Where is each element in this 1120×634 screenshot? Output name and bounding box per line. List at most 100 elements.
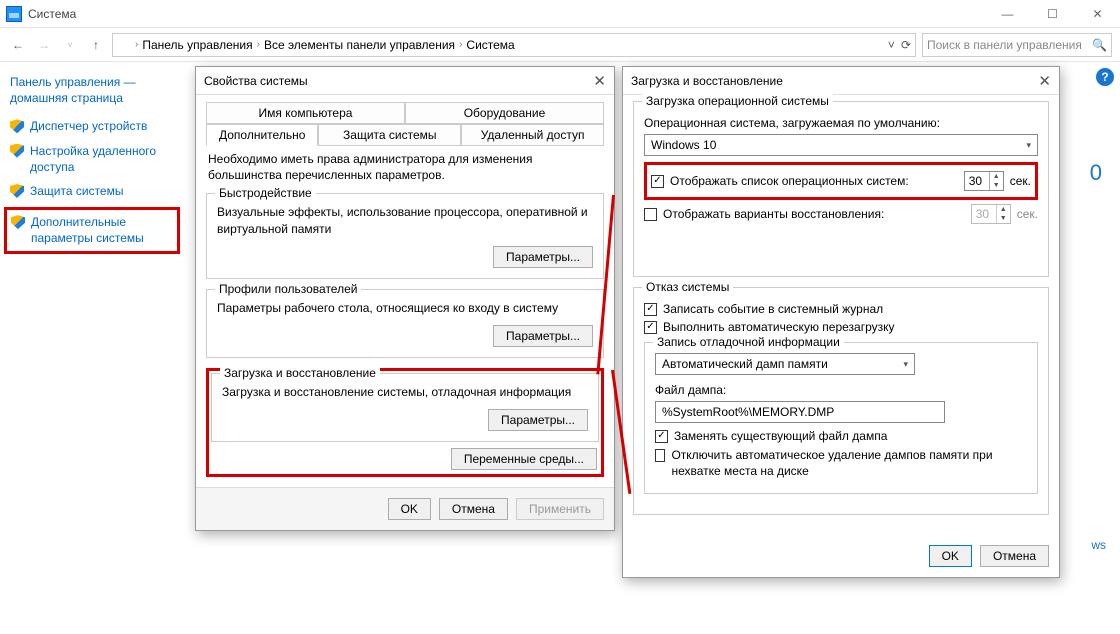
group-text: Визуальные эффекты, использование процес…	[217, 204, 593, 238]
sidebar-item-device-manager[interactable]: Диспетчер устройств	[10, 118, 180, 134]
tab-advanced[interactable]: Дополнительно	[206, 124, 318, 146]
close-button[interactable]: ✕	[1075, 0, 1120, 28]
user-profiles-group: Профили пользователей Параметры рабочего…	[206, 289, 604, 358]
system-failure-group: Отказ системы Записать событие в системн…	[633, 287, 1049, 515]
tab-remote[interactable]: Удаленный доступ	[461, 124, 604, 146]
seconds-label: сек.	[1017, 207, 1038, 221]
select-value: Windows 10	[651, 138, 716, 152]
auto-restart-checkbox[interactable]	[644, 321, 657, 334]
apply-button[interactable]: Применить	[516, 498, 604, 520]
show-os-list-label: Отображать список операционных систем:	[670, 174, 958, 188]
help-icon[interactable]: ?	[1096, 68, 1114, 86]
history-dropdown[interactable]: ˅	[60, 40, 80, 50]
group-legend: Профили пользователей	[215, 282, 361, 296]
default-os-select[interactable]: Windows 10 ▾	[644, 134, 1038, 156]
truncated-text: 0	[1090, 160, 1102, 186]
highlight-annotation: Загрузка и восстановление Загрузка и вос…	[206, 368, 604, 477]
tab-system-protection[interactable]: Защита системы	[318, 124, 461, 146]
overwrite-dump-label: Заменять существующий файл дампа	[674, 429, 887, 443]
sidebar-item-remote-settings[interactable]: Настройка удаленного доступа	[10, 143, 180, 175]
user-profiles-settings-button[interactable]: Параметры...	[493, 325, 593, 347]
sidebar-item-system-protection[interactable]: Защита системы	[10, 183, 180, 199]
breadcrumb[interactable]: › Панель управления › Все элементы панел…	[112, 33, 916, 57]
overwrite-dump-checkbox[interactable]	[655, 430, 668, 443]
group-legend: Загрузка и восстановление	[220, 366, 380, 380]
startup-recovery-dialog: Загрузка и восстановление ✕ Загрузка опе…	[622, 66, 1060, 578]
sidebar-item-label: Диспетчер устройств	[30, 118, 147, 134]
chevron-down-icon[interactable]: ▼	[990, 181, 1003, 190]
search-icon: 🔍	[1092, 38, 1107, 52]
performance-group: Быстродействие Визуальные эффекты, испол…	[206, 193, 604, 279]
dump-file-label: Файл дампа:	[655, 383, 1027, 397]
search-input[interactable]: Поиск в панели управления 🔍	[922, 33, 1112, 57]
ok-button[interactable]: OK	[929, 545, 972, 567]
chevron-down-icon[interactable]: ˅	[888, 38, 895, 52]
dialog-button-bar: OK Отмена	[623, 535, 1059, 577]
seconds-label: сек.	[1010, 174, 1031, 188]
navigation-bar: ← → ˅ ↑ › Панель управления › Все элемен…	[0, 28, 1120, 62]
breadcrumb-seg[interactable]: Панель управления	[142, 38, 252, 52]
show-os-list-checkbox[interactable]	[651, 175, 664, 188]
startup-recovery-settings-button[interactable]: Параметры...	[488, 409, 588, 431]
search-placeholder: Поиск в панели управления	[927, 38, 1082, 52]
cancel-button[interactable]: Отмена	[439, 498, 508, 520]
dialog-button-bar: OK Отмена Применить	[196, 487, 614, 530]
control-panel-home-link[interactable]: Панель управления — домашняя страница	[10, 74, 180, 106]
shield-icon	[10, 144, 24, 158]
tab-hardware[interactable]: Оборудование	[405, 102, 604, 124]
dump-file-input[interactable]: %SystemRoot%\MEMORY.DMP	[655, 401, 945, 423]
shield-icon	[10, 119, 24, 133]
back-button[interactable]: ←	[8, 38, 28, 52]
group-legend: Запись отладочной информации	[653, 335, 844, 349]
close-icon[interactable]: ✕	[593, 72, 606, 90]
tab-computer-name[interactable]: Имя компьютера	[206, 102, 405, 124]
select-value: Автоматический дамп памяти	[662, 357, 828, 371]
show-recovery-label: Отображать варианты восстановления:	[663, 207, 965, 221]
forward-button[interactable]: →	[34, 38, 54, 52]
minimize-button[interactable]: —	[985, 0, 1030, 28]
up-button[interactable]: ↑	[86, 38, 106, 52]
chevron-up-icon[interactable]: ▲	[990, 172, 1003, 181]
shield-icon	[11, 215, 25, 229]
cancel-button[interactable]: Отмена	[980, 545, 1049, 567]
highlight-annotation: Отображать список операционных систем: 3…	[644, 162, 1038, 200]
startup-recovery-group: Загрузка и восстановление Загрузка и вос…	[211, 373, 599, 442]
app-icon	[6, 6, 22, 22]
disable-autodelete-label: Отключить автоматическое удаление дампов…	[671, 447, 1027, 479]
write-event-checkbox[interactable]	[644, 303, 657, 316]
os-list-seconds-stepper[interactable]: 30 ▲▼	[964, 171, 1004, 191]
disable-autodelete-checkbox[interactable]	[655, 449, 665, 462]
truncated-text: ws	[1091, 538, 1106, 552]
shield-icon	[10, 184, 24, 198]
dump-file-value: %SystemRoot%\MEMORY.DMP	[662, 405, 834, 419]
dump-type-select[interactable]: Автоматический дамп памяти ▾	[655, 353, 915, 375]
show-recovery-checkbox[interactable]	[644, 208, 657, 221]
breadcrumb-seg[interactable]: Все элементы панели управления	[264, 38, 455, 52]
group-text: Загрузка и восстановление системы, отлад…	[222, 384, 588, 401]
stepper-value: 30	[965, 172, 989, 190]
chevron-down-icon: ▼	[997, 214, 1010, 223]
default-os-label: Операционная система, загружаемая по умо…	[644, 116, 1038, 130]
chevron-up-icon: ▲	[997, 205, 1010, 214]
sidebar-item-label: Защита системы	[30, 183, 123, 199]
refresh-button[interactable]: ⟳	[901, 38, 911, 52]
chevron-right-icon: ›	[459, 39, 462, 50]
close-icon[interactable]: ✕	[1038, 72, 1051, 90]
location-icon	[117, 38, 131, 52]
sidebar-item-label: Настройка удаленного доступа	[30, 143, 180, 175]
window-title: Система	[28, 7, 985, 21]
chevron-down-icon: ▾	[903, 359, 908, 370]
environment-variables-button[interactable]: Переменные среды...	[451, 448, 597, 470]
breadcrumb-seg[interactable]: Система	[466, 38, 514, 52]
sidebar-item-advanced-settings[interactable]: Дополнительные параметры системы	[4, 207, 180, 253]
chevron-right-icon: ›	[257, 39, 260, 50]
ok-button[interactable]: OK	[388, 498, 431, 520]
write-event-label: Записать событие в системный журнал	[663, 302, 883, 316]
dialog-titlebar[interactable]: Загрузка и восстановление ✕	[623, 67, 1059, 95]
dialog-titlebar[interactable]: Свойства системы ✕	[196, 67, 614, 95]
maximize-button[interactable]: ☐	[1030, 0, 1075, 28]
performance-settings-button[interactable]: Параметры...	[493, 246, 593, 268]
group-legend: Отказ системы	[642, 280, 733, 294]
sidebar-item-label: Дополнительные параметры системы	[31, 214, 173, 246]
chevron-down-icon: ▾	[1026, 140, 1031, 151]
